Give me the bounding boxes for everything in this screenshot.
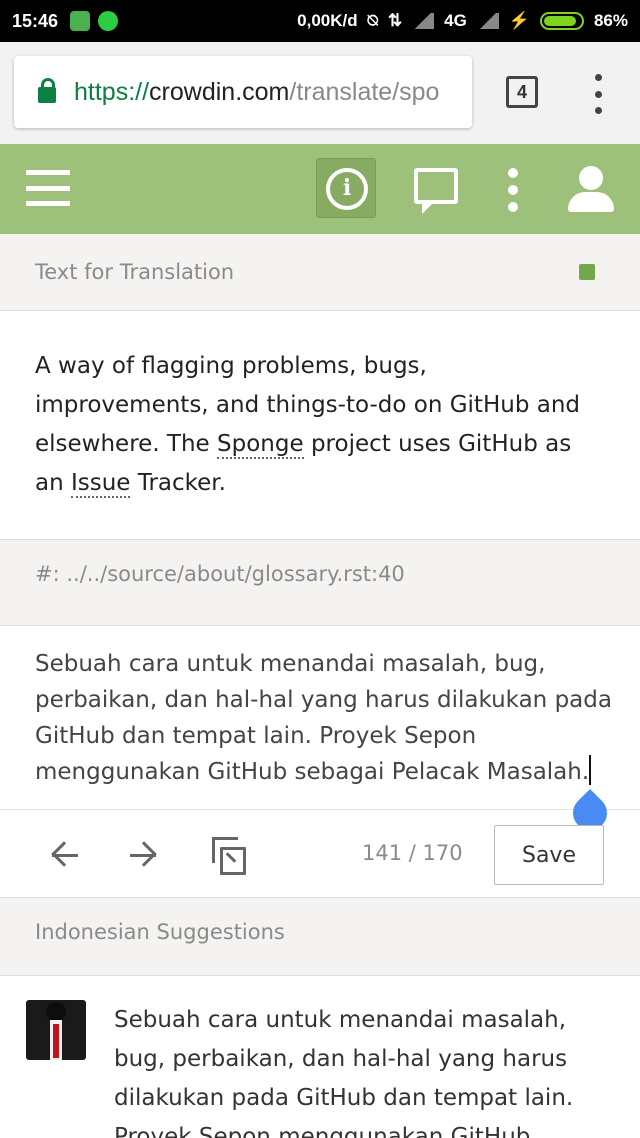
url-scheme: https:// (74, 77, 150, 106)
editor-toolbar: 141 / 170 Save (0, 811, 640, 898)
suggestion-text: Sebuah cara untuk menandai masalah, bug,… (114, 1007, 574, 1138)
translation-input[interactable]: Sebuah cara untuk menandai masalah, bug,… (0, 626, 640, 810)
menu-icon[interactable] (26, 170, 70, 206)
glossary-term-sponge[interactable]: Sponge (217, 431, 304, 459)
user-icon[interactable] (568, 166, 614, 214)
text-cursor (589, 755, 592, 785)
suggestions-header: Indonesian Suggestions (0, 898, 640, 976)
signal-icon-2 (476, 13, 499, 29)
data-icon: ⇅ (387, 11, 403, 30)
battery-icon (539, 12, 584, 30)
browser-toolbar: https://crowdin.com/translate/spo 4 (0, 42, 640, 144)
source-section-title: Text for Translation (35, 260, 235, 284)
mute-icon: ⍉ (367, 11, 378, 30)
more-icon[interactable] (506, 168, 520, 212)
string-counter: 141 / 170 (362, 841, 463, 865)
info-icon: i (326, 168, 368, 210)
battery-percent: 86% (593, 11, 628, 30)
browser-menu-icon[interactable] (590, 74, 606, 114)
url-path: /translate/spo (289, 77, 440, 106)
lock-icon (38, 78, 56, 103)
app-header: i (0, 144, 640, 234)
context-reference: #: ../../source/about/glossary.rst:40 (35, 561, 405, 586)
signal-icon (412, 13, 435, 29)
source-text-part: Tracker. (130, 470, 226, 496)
previous-arrow-icon[interactable] (50, 841, 80, 871)
tab-switcher-button[interactable]: 4 (506, 76, 538, 108)
suggestion-item[interactable]: Sebuah cara untuk menandai masalah, bug,… (0, 976, 640, 1138)
status-indicator (579, 264, 595, 280)
url-bar[interactable]: https://crowdin.com/translate/spo (14, 56, 472, 128)
context-bar: #: ../../source/about/glossary.rst:40 (0, 540, 640, 626)
url-host: crowdin.com (149, 77, 290, 106)
source-section-header: Text for Translation (0, 234, 640, 311)
glossary-term-issue[interactable]: Issue (70, 470, 131, 498)
source-text: A way of flagging problems, bugs, improv… (0, 311, 640, 540)
suggestions-title: Indonesian Suggestions (35, 919, 285, 944)
comments-icon[interactable] (414, 168, 458, 214)
status-bar: 15:46 0,00K/d ⍉ ⇅ 4G ⚡ 86% (0, 0, 640, 42)
copy-source-icon[interactable] (212, 837, 248, 875)
next-arrow-icon[interactable] (128, 841, 158, 871)
charging-icon: ⚡ (508, 11, 530, 30)
save-button[interactable]: Save (494, 825, 604, 885)
network-speed: 0,00K/d (297, 11, 358, 30)
network-type: 4G (444, 11, 467, 30)
status-time: 15:46 (12, 10, 59, 31)
translation-text: Sebuah cara untuk menandai masalah, bug,… (35, 651, 612, 785)
whatsapp-icon (98, 11, 119, 31)
avatar (26, 1000, 86, 1060)
status-indicators: 0,00K/d ⍉ ⇅ 4G ⚡ 86% (297, 11, 628, 31)
battery-app-icon (70, 11, 91, 31)
info-button[interactable]: i (316, 158, 376, 218)
